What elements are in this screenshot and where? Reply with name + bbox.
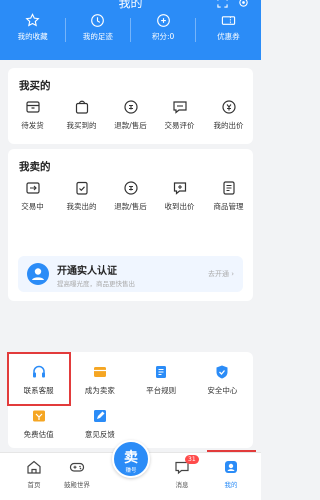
tab-label: 鼓殿世界 (64, 481, 90, 489)
home-icon (27, 460, 41, 474)
service-label: 意见反馈 (84, 430, 115, 439)
gamepad-icon (69, 462, 85, 472)
buy-item-my-bid[interactable]: 我的出价 (204, 99, 253, 131)
highlight-box-support (7, 352, 71, 406)
refund-icon (123, 181, 138, 195)
quick-item-favorites[interactable]: 我的收藏 (0, 13, 65, 42)
buy-title: 我买的 (19, 80, 51, 92)
buy-item-refund[interactable]: 退款/售后 (106, 99, 155, 131)
buy-item-bought[interactable]: 我买到的 (57, 99, 106, 131)
quick-item-points[interactable]: 积分:0 (131, 13, 196, 42)
divider (195, 18, 196, 42)
verify-banner[interactable]: 开通实人认证 提高曝光度，商品更快售出 去开通 › (18, 256, 243, 292)
sell-item-goods-manage[interactable]: 商品管理 (204, 180, 253, 212)
service-feedback[interactable]: 意见反馈 (69, 408, 130, 440)
bottom-tab-bar: 首页 鼓殿世界 卖 赚号 31 消息 我的 (0, 440, 261, 500)
quick-label: 优惠券 (217, 32, 240, 41)
tab-home[interactable]: 首页 (12, 459, 56, 489)
bid-icon (221, 100, 236, 114)
buy-item-pending-shipment[interactable]: 待发货 (8, 99, 57, 131)
buy-item-label: 交易评价 (164, 121, 195, 130)
goods-manage-icon (222, 181, 235, 195)
comment-icon (172, 101, 187, 114)
service-platform-rules[interactable]: 平台规则 (131, 364, 192, 396)
service-security-center[interactable]: 安全中心 (192, 364, 253, 396)
shield-icon (216, 365, 228, 379)
verify-action[interactable]: 去开通 › (208, 269, 234, 279)
sell-item-sold[interactable]: 我卖出的 (57, 180, 106, 212)
trade-icon (25, 182, 40, 194)
bag-icon (75, 100, 88, 114)
footprint-icon (91, 14, 105, 27)
sell-item-received-bid[interactable]: 收到出价 (155, 180, 204, 212)
buy-item-review[interactable]: 交易评价 (155, 99, 204, 131)
sell-item-refund[interactable]: 退款/售后 (106, 180, 155, 212)
buy-item-label: 退款/售后 (114, 121, 147, 130)
sell-title: 我卖的 (19, 161, 51, 173)
points-icon (156, 14, 170, 27)
service-free-valuation[interactable]: 免费估值 (8, 408, 69, 440)
star-icon (25, 13, 40, 27)
service-become-seller[interactable]: 成为卖家 (69, 364, 130, 396)
quick-label: 我的收藏 (17, 32, 48, 41)
service-empty (192, 408, 253, 440)
verify-title: 开通实人认证 (57, 266, 117, 277)
sell-item-trading[interactable]: 交易中 (8, 180, 57, 212)
header: 我的 我的收藏 我的足迹 积分:0 优惠券 (0, 0, 261, 60)
refund-icon (123, 100, 138, 114)
valuation-icon (32, 410, 45, 422)
message-badge: 31 (185, 455, 199, 464)
tab-messages[interactable]: 31 消息 (160, 455, 204, 489)
tab-game-world[interactable]: 鼓殿世界 (55, 459, 99, 489)
buy-icon-row: 待发货 我买到的 退款/售后 交易评价 我的出价 (8, 99, 253, 131)
header-actions (217, 0, 249, 8)
sell-item-label: 交易中 (21, 202, 44, 211)
sell-icon-row: 交易中 我卖出的 退款/售后 收到出价 商品管理 (8, 180, 253, 212)
received-bid-icon (173, 182, 186, 195)
sell-item-label: 退款/售后 (114, 202, 147, 211)
divider (130, 18, 131, 42)
buy-item-label: 待发货 (21, 121, 44, 130)
tab-label: 消息 (175, 481, 189, 489)
sell-item-label: 收到出价 (164, 202, 195, 211)
settings-icon[interactable] (238, 0, 249, 8)
service-row-2: 免费估值 意见反馈 (8, 408, 253, 440)
sell-item-label: 商品管理 (213, 202, 244, 211)
divider (65, 18, 66, 42)
coupon-icon (221, 16, 236, 25)
seller-icon (93, 367, 106, 377)
buy-item-label: 我的出价 (213, 121, 244, 130)
sell-account-button[interactable]: 卖 赚号 (112, 440, 150, 478)
sell-card: 我卖的 交易中 我卖出的 退款/售后 收到出价 商品管理 开通实人认证 提高曝光… (8, 149, 253, 301)
quick-label: 积分:0 (151, 32, 175, 41)
box-icon (25, 101, 40, 113)
tab-profile[interactable]: 我的 (209, 459, 253, 489)
service-label: 免费估值 (23, 430, 54, 439)
tab-label: 我的 (224, 481, 238, 489)
buy-card: 我买的 待发货 我买到的 退款/售后 交易评价 我的出价 (8, 68, 253, 144)
service-label: 成为卖家 (84, 386, 115, 395)
service-label: 安全中心 (207, 386, 238, 395)
tab-label: 首页 (27, 481, 41, 489)
buy-item-label: 我买到的 (66, 121, 97, 130)
profile-icon (225, 461, 237, 473)
verify-subtitle: 提高曝光度，商品更快售出 (57, 280, 135, 288)
sell-button-label: 卖 (124, 450, 138, 466)
quick-item-coupons[interactable]: 优惠券 (196, 13, 261, 42)
rules-icon (156, 366, 167, 378)
sell-item-label: 我卖出的 (66, 202, 97, 211)
feedback-icon (93, 410, 106, 422)
quick-item-footprint[interactable]: 我的足迹 (65, 13, 130, 42)
scan-icon[interactable] (217, 0, 228, 8)
service-label: 平台规则 (146, 386, 177, 395)
service-empty (131, 408, 192, 440)
sell-button-sublabel: 赚号 (125, 468, 137, 474)
sold-icon (75, 181, 88, 195)
quick-label: 我的足迹 (82, 32, 113, 41)
verify-avatar-icon (27, 263, 49, 285)
